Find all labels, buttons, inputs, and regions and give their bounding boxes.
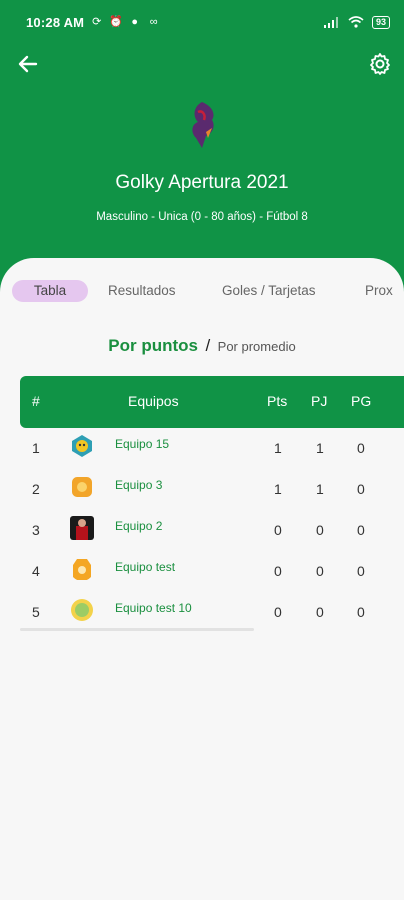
back-button[interactable] [12,50,44,78]
team-badge-icon [72,435,92,457]
arrow-left-icon [18,55,38,73]
table-header: # Equipos Pts PJ PG [20,376,404,428]
status-bar: 10:28 AM ⟳ ⏰ ● ∞ 93 [0,0,404,44]
row-won: 0 [357,440,365,456]
table-scroll-indicator [20,628,254,631]
alarm-icon: ⏰ [109,15,123,28]
row-won: 0 [357,522,365,538]
row-points: 0 [274,604,282,620]
team-badge-icon [73,559,91,580]
sync-icon: ⟳ [92,15,102,28]
row-played: 0 [316,563,324,579]
row-points: 0 [274,522,282,538]
wifi-icon [348,16,364,28]
team-name[interactable]: Equipo 3 [115,478,162,492]
loop-icon: ∞ [149,15,158,28]
header-won: PG [351,393,372,409]
app-header: 10:28 AM ⟳ ⏰ ● ∞ 93 Golky Apertura 2021 … [0,0,404,300]
row-points: 1 [274,481,282,497]
row-won: 0 [357,563,365,579]
tab-prox[interactable]: Prox [365,280,393,302]
team-name[interactable]: Equipo 15 [115,437,169,451]
team-name[interactable]: Equipo test 10 [115,601,192,615]
mode-separator: / [205,336,211,355]
table-row[interactable]: 5 Equipo test 10 0 0 0 [20,592,404,633]
row-points: 0 [274,563,282,579]
team-name[interactable]: Equipo test [115,560,175,574]
row-won: 0 [357,481,365,497]
table-row[interactable]: 1 Equipo 15 1 1 0 [20,428,404,469]
tournament-logo [192,102,214,148]
table-row[interactable]: 3 Equipo 2 0 0 0 [20,510,404,551]
settings-button[interactable] [364,50,396,78]
header-points: Pts [267,393,288,409]
row-position: 3 [32,522,40,538]
team-name[interactable]: Equipo 2 [115,519,162,533]
row-position: 1 [32,440,40,456]
tournament-subtitle: Masculino - Unica (0 - 80 años) - Fútbol… [96,211,308,223]
standings-mode-toggle: Por puntos / Por promedio [0,336,404,356]
row-played: 0 [316,522,324,538]
tab-bar: Tabla Resultados Goles / Tarjetas Prox [0,280,404,304]
status-time: 10:28 AM [26,14,85,30]
row-position: 4 [32,563,40,579]
row-points: 1 [274,440,282,456]
por-puntos-option[interactable]: Por puntos [108,336,198,355]
battery-indicator: 93 [371,15,390,29]
row-played: 1 [316,481,324,497]
row-played: 0 [316,604,324,620]
header-played: PJ [311,393,328,409]
tournament-title: Golky Apertura 2021 [115,172,289,193]
row-won: 0 [357,604,365,620]
row-position: 5 [32,604,40,620]
team-badge-icon [71,599,93,621]
header-team: Equipos [128,393,179,409]
row-position: 2 [32,481,40,497]
team-badge-icon [70,516,94,540]
table-row[interactable]: 4 Equipo test 0 0 0 [20,551,404,592]
tab-resultados[interactable]: Resultados [108,280,176,302]
tab-goles-tarjetas[interactable]: Goles / Tarjetas [222,280,316,302]
row-played: 1 [316,440,324,456]
team-badge-icon [72,477,92,497]
por-promedio-option[interactable]: Por promedio [218,339,296,354]
gear-icon [370,53,390,75]
tab-tabla[interactable]: Tabla [12,280,88,302]
table-row[interactable]: 2 Equipo 3 1 1 0 [20,469,404,510]
app-icon: ● [131,15,139,28]
standings-table: # Equipos Pts PJ PG 1 Equipo 15 1 1 0 2 … [20,376,404,633]
header-position: # [32,393,40,409]
signal-icon [323,16,338,28]
